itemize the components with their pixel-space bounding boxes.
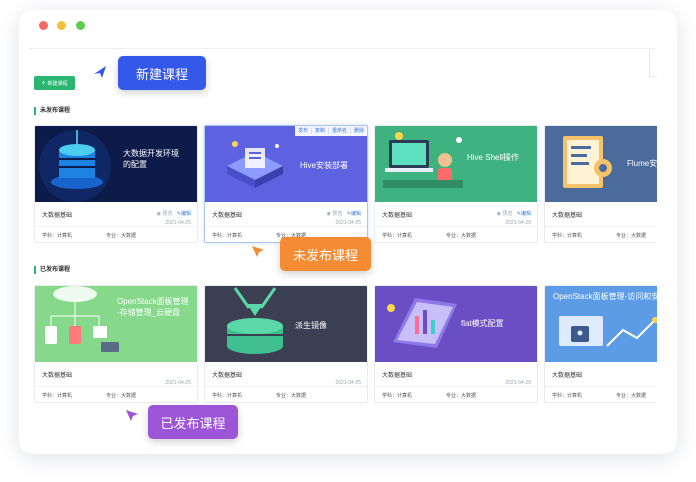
new-course-label: 新建课程 bbox=[47, 80, 68, 87]
cover-title: OpenStack面板管理 -存储管理_云硬盘 bbox=[117, 297, 189, 317]
minimize-window-dot[interactable] bbox=[57, 21, 66, 30]
course-subject: 学科：计算机 bbox=[42, 233, 73, 239]
card-actions: ◉ 预览 ✎编辑 bbox=[157, 210, 191, 217]
course-name: 大数据基础 bbox=[42, 213, 73, 219]
course-card[interactable]: flat模式配置 大数据基础 2021-04-25 学科：计算机 专业：大数据 bbox=[374, 285, 538, 403]
course-name: 大数据基础 bbox=[382, 213, 413, 219]
course-cover: Hive安装部署 发布 复制 重命名 删除 bbox=[205, 126, 367, 202]
course-major: 专业：大数据 bbox=[106, 393, 137, 399]
course-subject: 学科：计算机 bbox=[552, 393, 583, 399]
card-divider bbox=[545, 226, 657, 227]
course-cover: Hive Shell操作 bbox=[375, 126, 537, 202]
course-name: 大数据基础 bbox=[382, 373, 413, 379]
course-name: 大数据基础 bbox=[42, 373, 73, 379]
course-cover: 大数据开发环境 的配置 bbox=[35, 126, 197, 202]
course-major: 专业：大数据 bbox=[616, 393, 647, 399]
course-cover: OpenStack面板管理-访问和安全 bbox=[545, 286, 657, 362]
course-major: 专业：大数据 bbox=[106, 233, 137, 239]
course-subject: 学科：计算机 bbox=[552, 233, 583, 239]
card-divider bbox=[205, 226, 367, 227]
plus-icon: + bbox=[41, 79, 46, 87]
maximize-window-dot[interactable] bbox=[76, 21, 85, 30]
course-cover: Flume安 bbox=[545, 126, 657, 202]
course-card[interactable]: Flume安 大数据基础 ◉ 预 学科：计算机 专业：大数据 bbox=[544, 125, 657, 243]
unpublished-section-title: 未发布课程 bbox=[34, 107, 70, 115]
card-divider bbox=[545, 386, 657, 387]
new-course-callout: 新建课程 bbox=[118, 56, 206, 90]
card-divider bbox=[35, 386, 197, 387]
card-actions: ◉ 预览 ✎编辑 bbox=[327, 210, 361, 217]
course-cover: flat模式配置 bbox=[375, 286, 537, 362]
course-major: 专业：大数据 bbox=[276, 393, 307, 399]
orange-pointer-icon bbox=[252, 246, 264, 257]
cover-title: Hive Shell操作 bbox=[467, 153, 520, 162]
published-section-title: 已发布课程 bbox=[34, 266, 70, 274]
rename-action[interactable]: 重命名 bbox=[329, 128, 351, 134]
course-subject: 学科：计算机 bbox=[212, 393, 243, 399]
preview-link[interactable]: ◉ 预览 bbox=[497, 211, 513, 217]
close-window-dot[interactable] bbox=[39, 21, 48, 30]
cover-title: 大数据开发环境 的配置 bbox=[123, 149, 179, 169]
edit-link[interactable]: ✎编辑 bbox=[347, 211, 361, 217]
cover-title: OpenStack面板管理-访问和安全 bbox=[553, 292, 657, 301]
preview-link[interactable]: ◉ 预览 bbox=[157, 211, 173, 217]
course-card[interactable]: 大数据开发环境 的配置 大数据基础 ◉ 预览 ✎编辑 2021-04-25 学科… bbox=[34, 125, 198, 243]
preview-link[interactable]: ◉ 预览 bbox=[327, 211, 343, 217]
published-callout: 已发布课程 bbox=[148, 405, 238, 439]
blue-pointer-icon bbox=[94, 66, 106, 78]
cover-title: 派生镜像 bbox=[295, 321, 327, 330]
cover-title: Flume安 bbox=[627, 159, 657, 168]
card-actions: ◉ 预览 ✎编辑 bbox=[497, 210, 531, 217]
card-action-bar: 发布 复制 重命名 删除 bbox=[294, 126, 367, 136]
card-divider bbox=[35, 226, 197, 227]
edit-link[interactable]: ✎编辑 bbox=[177, 211, 191, 217]
purple-pointer-icon bbox=[126, 410, 138, 421]
course-cover: 派生镜像 bbox=[205, 286, 367, 362]
new-course-button[interactable]: + 新建课程 bbox=[34, 76, 75, 90]
card-divider bbox=[375, 226, 537, 227]
course-card[interactable]: Hive Shell操作 大数据基础 ◉ 预览 ✎编辑 2021-04-25 学… bbox=[374, 125, 538, 243]
course-card[interactable]: Hive安装部署 发布 复制 重命名 删除 大数据基础 ◉ 预览 ✎编辑 202… bbox=[204, 125, 368, 243]
card-divider bbox=[375, 386, 537, 387]
edit-link[interactable]: ✎编辑 bbox=[517, 211, 531, 217]
unpublished-callout: 未发布课程 bbox=[280, 237, 371, 271]
course-name: 大数据基础 bbox=[552, 373, 583, 379]
course-subject: 学科：计算机 bbox=[212, 233, 243, 239]
copy-action[interactable]: 复制 bbox=[312, 128, 329, 134]
course-major: 专业：大数据 bbox=[616, 233, 647, 239]
course-card[interactable]: 派生镜像 大数据基础 2021-04-25 学科：计算机 专业：大数据 bbox=[204, 285, 368, 403]
course-card[interactable]: OpenStack面板管理 -存储管理_云硬盘 大数据基础 2021-04-25… bbox=[34, 285, 198, 403]
course-major: 专业：大数据 bbox=[446, 233, 477, 239]
publish-action[interactable]: 发布 bbox=[295, 128, 312, 134]
card-divider bbox=[205, 386, 367, 387]
delete-action[interactable]: 删除 bbox=[351, 128, 367, 134]
course-major: 专业：大数据 bbox=[446, 393, 477, 399]
course-subject: 学科：计算机 bbox=[42, 393, 73, 399]
course-name: 大数据基础 bbox=[212, 373, 243, 379]
cover-title: Hive安装部署 bbox=[300, 161, 349, 170]
course-card[interactable]: OpenStack面板管理-访问和安全 大数据基础 学科：计算机 专业：大数据 bbox=[544, 285, 657, 403]
course-subject: 学科：计算机 bbox=[382, 393, 413, 399]
header-right-box bbox=[649, 50, 657, 77]
header-divider bbox=[29, 48, 657, 49]
course-name: 大数据基础 bbox=[212, 213, 243, 219]
cover-title: flat模式配置 bbox=[461, 319, 504, 328]
course-name: 大数据基础 bbox=[552, 213, 583, 219]
course-cover: OpenStack面板管理 -存储管理_云硬盘 bbox=[35, 286, 197, 362]
course-subject: 学科：计算机 bbox=[382, 233, 413, 239]
